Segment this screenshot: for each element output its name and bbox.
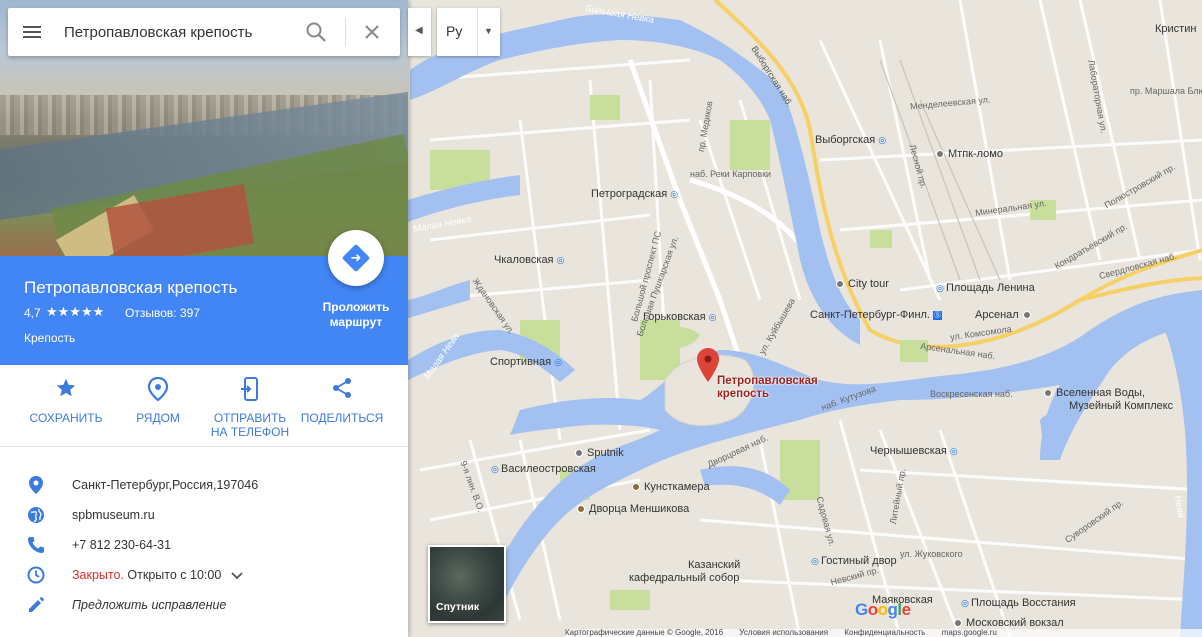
poi-vselennaya-label[interactable]: Вселенная Воды, Музейный Комплекс xyxy=(1044,387,1173,413)
poi-kristin-label[interactable]: Кристин xyxy=(1155,23,1196,36)
hours-status: Закрыто. xyxy=(72,568,124,582)
place-title: Петропавловская крепость xyxy=(24,278,238,297)
satellite-label: Спутник xyxy=(436,601,480,613)
footer-privacy-link[interactable]: Конфиденциальность xyxy=(844,629,925,637)
share-button[interactable]: ПОДЕЛИТЬСЯ xyxy=(297,377,387,425)
send-to-phone-icon xyxy=(205,377,295,403)
share-icon xyxy=(297,377,387,403)
chevron-left-icon: ◀ xyxy=(415,25,423,36)
reviews-link[interactable]: Отзывов: 397 xyxy=(125,306,200,320)
close-icon[interactable] xyxy=(360,20,384,44)
hours-row[interactable]: Закрыто. Открыто с 10:00 xyxy=(0,560,408,590)
poi-kazan-label-1[interactable]: Казанский xyxy=(688,559,740,572)
location-pin-icon xyxy=(27,476,45,494)
metro-gostiny-label[interactable]: ◎ Гостиный двор xyxy=(808,555,897,568)
poi-kazan-label-2[interactable]: кафедральный собор xyxy=(629,572,739,585)
collapse-panel-button[interactable]: ◀ xyxy=(408,8,431,56)
language-select[interactable]: Ру ▼ xyxy=(437,8,500,56)
poi-citytour-label[interactable]: City tour xyxy=(836,278,889,291)
metro-vasileostrovskaya-label[interactable]: ◎ Василеостровская xyxy=(488,463,596,476)
poi-mtpk-label[interactable]: Мтпк-ломо xyxy=(936,148,1003,161)
suggest-edit-row[interactable]: Предложить исправление xyxy=(0,590,408,620)
poi-sputnik-label[interactable]: Sputnik xyxy=(575,447,624,460)
address-text: Санкт-Петербург,Россия,197046 xyxy=(72,478,259,492)
language-value: Ру xyxy=(446,23,463,39)
send-to-phone-button[interactable]: ОТПРАВИТЬ НА ТЕЛЕФОН xyxy=(205,377,295,439)
nearby-button[interactable]: РЯДОМ xyxy=(113,377,203,425)
nearby-icon xyxy=(113,377,203,403)
metro-vyborgskaya-label[interactable]: Выборгская ◎ xyxy=(815,134,888,147)
street-marshala-label: пр. Маршала Блю xyxy=(1130,86,1202,96)
poi-arsenal-label[interactable]: Арсенал xyxy=(975,309,1035,322)
save-button[interactable]: СОХРАНИТЬ xyxy=(21,377,111,425)
star-icon xyxy=(21,377,111,403)
clock-icon xyxy=(27,566,45,584)
metro-petrogradskaya-label[interactable]: Петроградская ◎ xyxy=(591,188,680,201)
satellite-layer-toggle[interactable]: Спутник xyxy=(428,545,506,623)
metro-sportivnaya-label[interactable]: Спортивная ◎ xyxy=(490,356,564,369)
directions-button[interactable]: ➜ xyxy=(328,230,384,286)
marker-label[interactable]: Петропавловская крепость xyxy=(717,375,818,401)
metro-vosstaniya-label[interactable]: ◎ Площадь Восстания xyxy=(958,597,1076,610)
phone-icon xyxy=(27,536,45,554)
google-logo: Google xyxy=(855,600,911,619)
phone-text: +7 812 230-64-31 xyxy=(72,538,172,552)
chevron-down-icon[interactable] xyxy=(231,569,243,583)
globe-icon xyxy=(27,506,45,524)
search-input[interactable] xyxy=(64,18,294,46)
footer-domain-link[interactable]: maps.google.ru xyxy=(942,629,997,637)
website-link[interactable]: spbmuseum.ru xyxy=(72,508,155,522)
footer-terms-link[interactable]: Условия использования xyxy=(739,629,828,637)
street-zhukovskogo-label: ул. Жуковского xyxy=(900,549,963,559)
chevron-down-icon[interactable]: ▼ xyxy=(484,26,493,36)
metro-chkalovskaya-label[interactable]: Чкаловская ◎ xyxy=(494,254,567,267)
language-divider xyxy=(477,8,478,56)
hours-text: Закрыто. Открыто с 10:00 xyxy=(72,568,243,583)
search-divider xyxy=(345,18,346,46)
rail-finl-label[interactable]: Санкт-Петербург-Финл. Ⓢ xyxy=(810,309,942,322)
suggest-edit-text: Предложить исправление xyxy=(72,598,227,612)
place-marker[interactable] xyxy=(697,348,719,382)
footer-copyright: Картографические данные © Google, 2016 xyxy=(565,629,724,637)
street-voskresenskaya-label: Воскресенская наб. xyxy=(930,389,1013,399)
metro-lenin-label[interactable]: ◎ Площадь Ленина xyxy=(933,282,1035,295)
phone-row[interactable]: +7 812 230-64-31 xyxy=(0,530,408,560)
rating-value: 4,7 xyxy=(24,306,41,320)
street-karpovki-label: наб. Реки Карповки xyxy=(690,169,772,179)
hours-open: Открыто с 10:00 xyxy=(127,568,222,582)
action-bar: СОХРАНИТЬ РЯДОМ ОТПРАВИТЬ НА ТЕЛЕФОН ПОД… xyxy=(0,365,408,447)
map-footer: Картографические данные © Google, 2016 У… xyxy=(565,629,1202,637)
address-row[interactable]: Санкт-Петербург,Россия,197046 xyxy=(0,470,408,500)
directions-label[interactable]: Проложить маршрут xyxy=(310,300,402,330)
hamburger-menu-icon[interactable] xyxy=(20,20,44,44)
place-panel: ➜ Петропавловская крепость 4,7 ★★★★★ Отз… xyxy=(0,0,408,637)
poi-menshikov-label[interactable]: Дворца Меншикова xyxy=(577,503,689,516)
pencil-icon xyxy=(27,596,45,614)
rating-stars: ★★★★★ xyxy=(46,304,105,319)
metro-chernyshevskaya-label[interactable]: Чернышевская ◎ xyxy=(870,445,960,458)
website-row[interactable]: spbmuseum.ru xyxy=(0,500,408,530)
map-pin-icon xyxy=(697,348,719,382)
poi-kunstkamera-label[interactable]: Кунсткамера xyxy=(632,481,710,494)
place-category[interactable]: Крепость xyxy=(24,331,75,345)
search-icon[interactable] xyxy=(304,20,330,44)
search-box xyxy=(8,8,400,56)
